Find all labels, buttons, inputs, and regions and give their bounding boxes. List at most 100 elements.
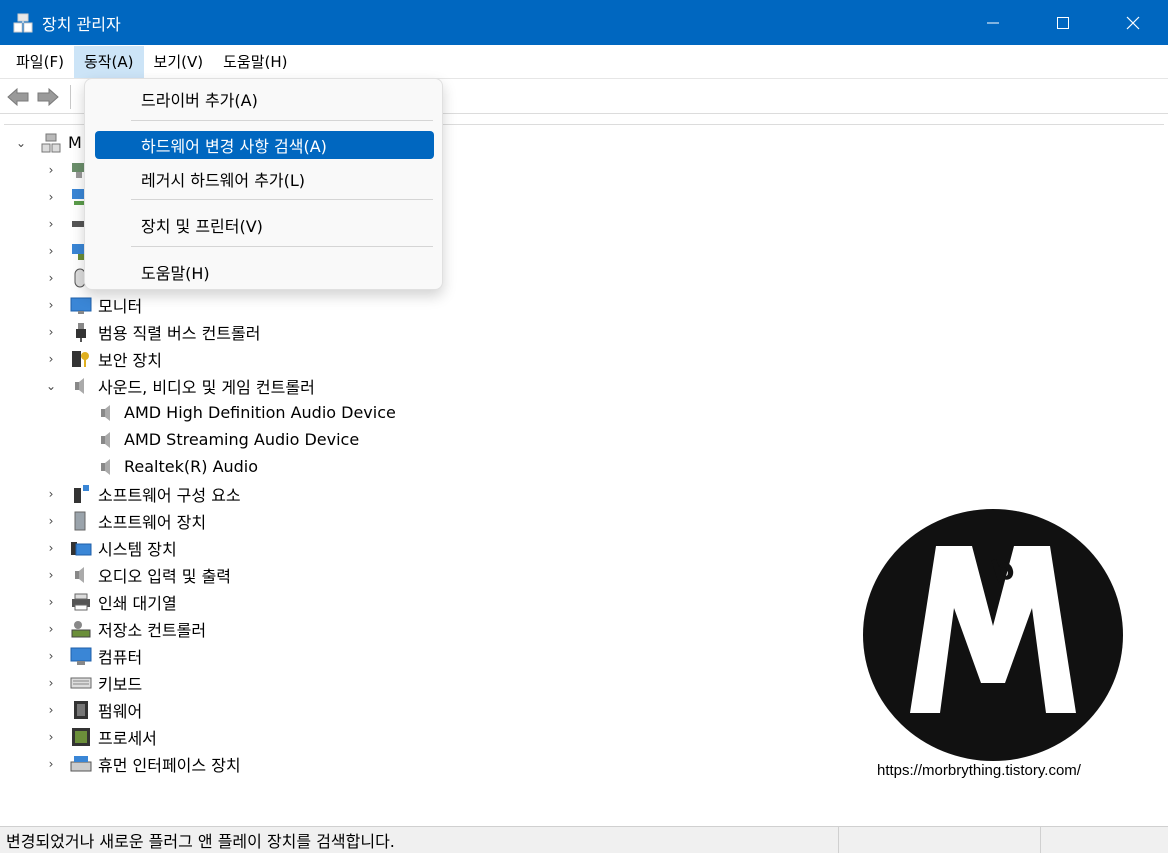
status-divider <box>838 827 839 853</box>
chevron-down-icon[interactable]: ⌄ <box>44 379 58 393</box>
tree-node-computer[interactable]: › 컴퓨터 <box>44 642 142 669</box>
close-icon <box>1126 16 1140 29</box>
tree-node-label: 휴먼 인터페이스 장치 <box>98 755 241 775</box>
tree-node-label: 오디오 입력 및 출력 <box>98 566 232 586</box>
tree-node-label: 키보드 <box>98 674 143 694</box>
menu-item-devices-and-printers[interactable]: 장치 및 프린터(V) <box>95 211 434 239</box>
tree-node-realtek-audio[interactable]: Realtek(R) Audio <box>96 453 258 480</box>
speaker-icon <box>96 456 118 478</box>
menu-separator <box>131 246 433 247</box>
tree-node-label: 저장소 컨트롤러 <box>98 620 207 640</box>
chevron-right-icon[interactable]: › <box>44 757 58 771</box>
action-menu-dropdown: 드라이버 추가(A) 하드웨어 변경 사항 검색(A) 레거시 하드웨어 추가(… <box>84 78 443 290</box>
chevron-right-icon[interactable]: › <box>44 595 58 609</box>
back-arrow-icon <box>7 87 29 106</box>
tree-node-monitor[interactable]: › 모니터 <box>44 291 143 318</box>
tree-node-label: 인쇄 대기열 <box>98 593 177 613</box>
title-bar: 장치 관리자 <box>0 0 1168 45</box>
tree-node-label: AMD Streaming Audio Device <box>124 430 360 449</box>
tree-node-storage-controller[interactable]: › 저장소 컨트롤러 <box>44 615 206 642</box>
speaker-icon <box>70 564 92 586</box>
tree-node-label: 사운드, 비디오 및 게임 컨트롤러 <box>98 377 315 397</box>
status-divider <box>1040 827 1041 853</box>
software-component-icon <box>70 483 92 505</box>
menu-help[interactable]: 도움말(H) <box>213 46 297 78</box>
keyboard-icon <box>70 672 92 694</box>
tree-node-label: 소프트웨어 구성 요소 <box>98 485 241 505</box>
tree-node-firmware[interactable]: › 펌웨어 <box>44 696 142 723</box>
speaker-icon <box>70 375 92 397</box>
chevron-down-icon[interactable]: ⌄ <box>14 136 28 150</box>
tree-node-system-device[interactable]: › 시스템 장치 <box>44 534 177 561</box>
chevron-right-icon[interactable]: › <box>44 325 58 339</box>
tree-node-security[interactable]: › 보안 장치 <box>44 345 162 372</box>
chevron-right-icon[interactable]: › <box>44 649 58 663</box>
chevron-right-icon[interactable]: › <box>44 487 58 501</box>
tree-node-usb[interactable]: › 범용 직렬 버스 컨트롤러 <box>44 318 260 345</box>
computer-root-icon <box>40 132 62 154</box>
tree-node-software-device[interactable]: › 소프트웨어 장치 <box>44 507 206 534</box>
menu-action[interactable]: 동작(A) <box>73 45 144 78</box>
maximize-button[interactable] <box>1028 0 1098 45</box>
chevron-right-icon[interactable]: › <box>44 244 58 258</box>
menu-item-add-legacy-hardware[interactable]: 레거시 하드웨어 추가(L) <box>95 165 434 193</box>
tree-node-label: 모니터 <box>98 296 143 316</box>
tree-node-label: 소프트웨어 장치 <box>98 512 207 532</box>
hid-icon <box>70 753 92 775</box>
chevron-right-icon[interactable]: › <box>44 703 58 717</box>
watermark-logo: b <box>863 509 1123 761</box>
chevron-right-icon[interactable]: › <box>44 730 58 744</box>
speaker-icon <box>96 429 118 451</box>
chevron-right-icon[interactable]: › <box>44 622 58 636</box>
tree-node-print-queue[interactable]: › 인쇄 대기열 <box>44 588 177 615</box>
chevron-right-icon[interactable]: › <box>44 541 58 555</box>
tree-node-processor[interactable]: › 프로세서 <box>44 723 157 750</box>
tree-node-label: AMD High Definition Audio Device <box>124 403 396 422</box>
chevron-right-icon[interactable]: › <box>44 271 58 285</box>
tree-node-label: 범용 직렬 버스 컨트롤러 <box>98 323 261 343</box>
chevron-right-icon[interactable]: › <box>44 217 58 231</box>
menu-item-scan-hardware-changes[interactable]: 하드웨어 변경 사항 검색(A) <box>95 131 434 159</box>
menu-view[interactable]: 보기(V) <box>144 46 214 78</box>
speaker-icon <box>96 402 118 424</box>
minimize-icon <box>987 22 999 23</box>
chevron-right-icon[interactable]: › <box>44 298 58 312</box>
back-button[interactable] <box>6 85 30 109</box>
tree-root[interactable]: ⌄ M <box>14 129 82 156</box>
forward-button[interactable] <box>36 85 60 109</box>
firmware-icon <box>70 699 92 721</box>
menu-bar: 파일(F) 동작(A) 보기(V) 도움말(H) <box>0 45 1168 79</box>
menu-separator <box>131 199 433 200</box>
chevron-right-icon[interactable]: › <box>44 163 58 177</box>
tree-node-amd-streaming-audio[interactable]: AMD Streaming Audio Device <box>96 426 359 453</box>
menu-file[interactable]: 파일(F) <box>6 46 74 78</box>
tree-node-audio-io[interactable]: › 오디오 입력 및 출력 <box>44 561 231 588</box>
chevron-right-icon[interactable]: › <box>44 190 58 204</box>
tree-node-label: 시스템 장치 <box>98 539 177 559</box>
watermark-url: https://morbrything.tistory.com/ <box>877 762 1081 779</box>
system-device-icon <box>70 537 92 559</box>
toolbar-separator <box>70 84 71 109</box>
menu-item-add-driver[interactable]: 드라이버 추가(A) <box>95 85 434 113</box>
menu-item-help[interactable]: 도움말(H) <box>95 258 434 286</box>
forward-arrow-icon <box>37 87 59 106</box>
maximize-icon <box>1057 16 1069 29</box>
tree-node-amd-hd-audio[interactable]: AMD High Definition Audio Device <box>96 399 396 426</box>
storage-controller-icon <box>70 618 92 640</box>
tree-node-software-component[interactable]: › 소프트웨어 구성 요소 <box>44 480 241 507</box>
tree-node-keyboard[interactable]: › 키보드 <box>44 669 143 696</box>
printer-icon <box>70 591 92 613</box>
tree-node-label: 보안 장치 <box>98 350 162 370</box>
status-text: 변경되었거나 새로운 플러그 앤 플레이 장치를 검색합니다. <box>6 832 395 851</box>
security-device-icon <box>70 348 92 370</box>
software-device-icon <box>70 510 92 532</box>
close-button[interactable] <box>1098 0 1168 45</box>
tree-node-sound[interactable]: ⌄ 사운드, 비디오 및 게임 컨트롤러 <box>44 372 315 399</box>
usb-icon <box>70 321 92 343</box>
tree-node-hid[interactable]: › 휴먼 인터페이스 장치 <box>44 750 241 777</box>
minimize-button[interactable] <box>958 0 1028 45</box>
chevron-right-icon[interactable]: › <box>44 676 58 690</box>
chevron-right-icon[interactable]: › <box>44 514 58 528</box>
chevron-right-icon[interactable]: › <box>44 568 58 582</box>
chevron-right-icon[interactable]: › <box>44 352 58 366</box>
